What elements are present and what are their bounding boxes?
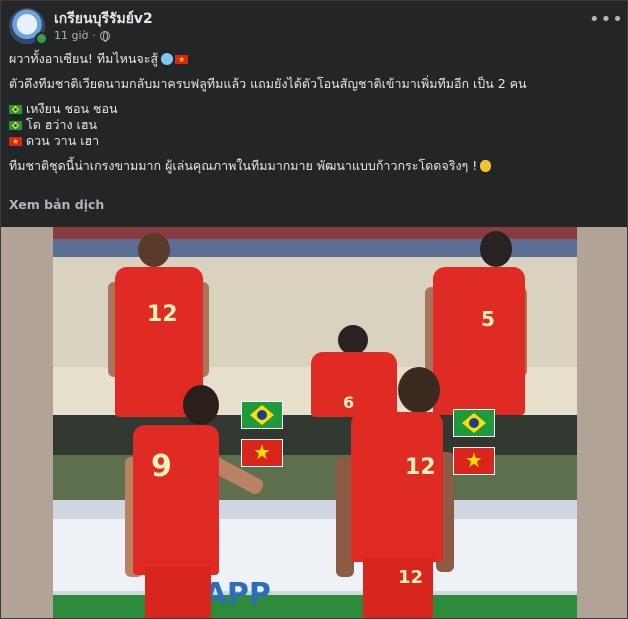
- meta-separator: ·: [92, 29, 96, 42]
- flag-brazil-icon: [9, 105, 22, 114]
- jersey-number: 9: [151, 449, 172, 484]
- globe-icon: [99, 30, 110, 42]
- player-2-name: โด ฮว่าง เฮน: [26, 117, 97, 132]
- jersey-number: 12: [405, 455, 436, 480]
- page-name-link[interactable]: เกรียนบุรีรัมย์v2: [54, 8, 153, 30]
- jersey-number: 6: [343, 393, 355, 412]
- post-time[interactable]: 11 giờ: [54, 29, 88, 42]
- flag-brazil-icon: [241, 401, 283, 429]
- flag-vietnam-icon: [453, 447, 495, 475]
- post-text: ผวาทั้งอาเซียน! ทีมไหนจะสู้ ตัวดึงทีมชาต…: [9, 51, 609, 174]
- post-image-container[interactable]: VP APP 12 6 5: [1, 227, 627, 618]
- more-icon: •••: [589, 9, 624, 30]
- post-line-player-3: ดวน วาน เฮา: [9, 133, 609, 150]
- shorts-number: 12: [398, 567, 424, 588]
- jersey-number: 5: [481, 307, 495, 331]
- flag-brazil-icon: [453, 409, 495, 437]
- facebook-post: เกรียนบุรีรัมย์v2 11 giờ · ••• ผวาทั้งอา…: [0, 0, 628, 619]
- flag-vietnam-icon: [175, 52, 189, 68]
- closing-text: ทีมชาติชุดนี้น่าเกรงขามมาก ผู้เล่นคุณภาพ…: [9, 158, 478, 173]
- headline-text: ผวาทั้งอาเซียน! ทีมไหนจะสู้: [9, 51, 159, 66]
- post-line-player-2: โด ฮว่าง เฮน: [9, 117, 609, 133]
- post-header: เกรียนบุรีรัมย์v2 11 giờ · •••: [1, 1, 627, 49]
- post-line-player-1: เหงียน ชอน ชอน: [9, 101, 609, 117]
- scared-face-icon: [161, 53, 174, 65]
- post-line-intro: ตัวดึงทีมชาติเวียดนามกลับมาครบฟลูทีมแล้ว…: [9, 76, 527, 91]
- post-line-closing: ทีมชาติชุดนี้น่าเกรงขามมาก ผู้เล่นคุณภาพ…: [9, 158, 609, 174]
- player-1-name: เหงียน ชอน ชอน: [26, 101, 118, 116]
- post-photo[interactable]: VP APP 12 6 5: [53, 227, 577, 618]
- post-line-headline: ผวาทั้งอาเซียน! ทีมไหนจะสู้: [9, 51, 609, 68]
- clap-icon: [480, 160, 492, 172]
- see-translation-link[interactable]: Xem bản dịch: [9, 197, 104, 212]
- post-meta: 11 giờ ·: [54, 29, 110, 42]
- flag-vietnam-icon: [9, 134, 22, 150]
- player-3-name: ดวน วาน เฮา: [26, 133, 100, 148]
- online-status-dot: [35, 32, 48, 45]
- flag-vietnam-icon: [241, 439, 283, 467]
- flag-brazil-icon: [9, 121, 22, 130]
- jersey-number: 12: [147, 302, 178, 327]
- more-options-button[interactable]: •••: [589, 11, 623, 35]
